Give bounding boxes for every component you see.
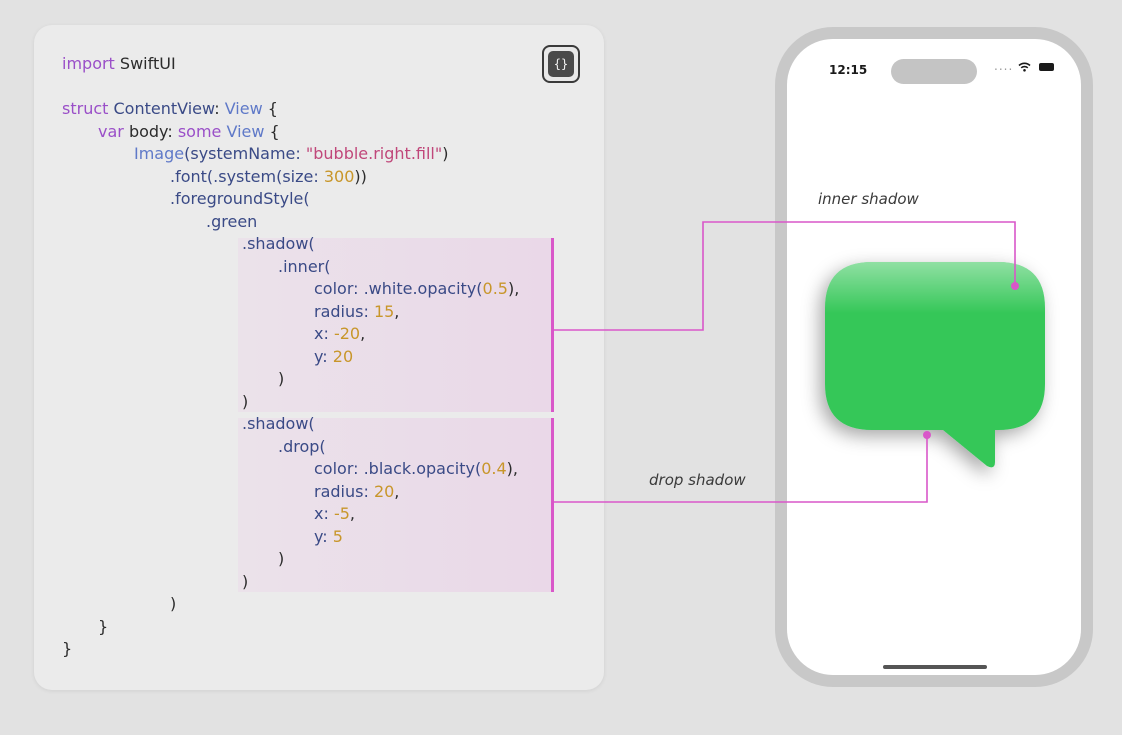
inner-glow — [825, 262, 1045, 468]
drop-shadow-marker — [923, 431, 931, 439]
annotation-overlay — [552, 221, 1045, 503]
drop-shadow-label: drop shadow — [649, 471, 746, 489]
inner-shadow-marker — [1011, 282, 1019, 290]
inner-shadow-label: inner shadow — [818, 190, 919, 208]
drop-shadow-connector — [552, 435, 928, 503]
